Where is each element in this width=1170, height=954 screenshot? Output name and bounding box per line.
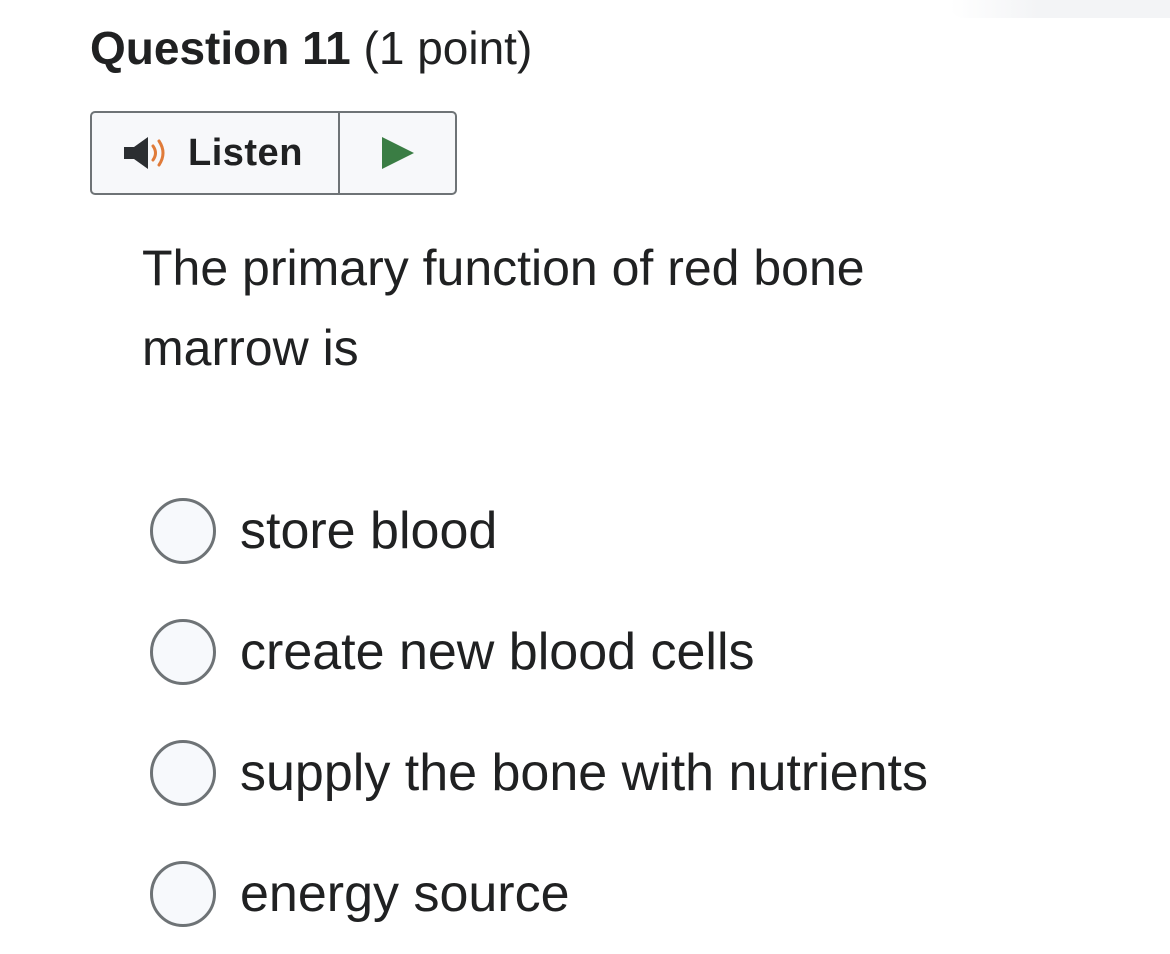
- speaker-icon: [122, 135, 172, 171]
- answer-options: store blood create new blood cells suppl…: [150, 470, 928, 954]
- answer-option: store blood: [150, 470, 928, 591]
- play-icon: [380, 136, 416, 170]
- question-points: (1 point): [363, 22, 533, 74]
- answer-option-label[interactable]: create new blood cells: [240, 622, 755, 682]
- answer-option: energy source: [150, 833, 928, 954]
- listen-button[interactable]: Listen: [92, 113, 340, 193]
- radio-button[interactable]: [150, 618, 216, 685]
- answer-option-label[interactable]: store blood: [240, 501, 497, 561]
- answer-option: create new blood cells: [150, 591, 928, 712]
- question-text: The primary function of red bone marrow …: [142, 240, 865, 376]
- radio-button[interactable]: [150, 739, 216, 806]
- radio-button[interactable]: [150, 497, 216, 564]
- answer-option: supply the bone with nutrients: [150, 712, 928, 833]
- question-title: Question 11: [90, 22, 351, 74]
- listen-label: Listen: [188, 131, 303, 174]
- play-button[interactable]: [340, 113, 455, 193]
- answer-option-label[interactable]: energy source: [240, 864, 570, 924]
- question-heading: Question 11 (1 point): [90, 18, 532, 78]
- radio-button[interactable]: [150, 860, 216, 927]
- listen-widget: Listen: [90, 111, 457, 195]
- answer-option-label[interactable]: supply the bone with nutrients: [240, 743, 928, 803]
- top-edge-shadow: [950, 0, 1170, 18]
